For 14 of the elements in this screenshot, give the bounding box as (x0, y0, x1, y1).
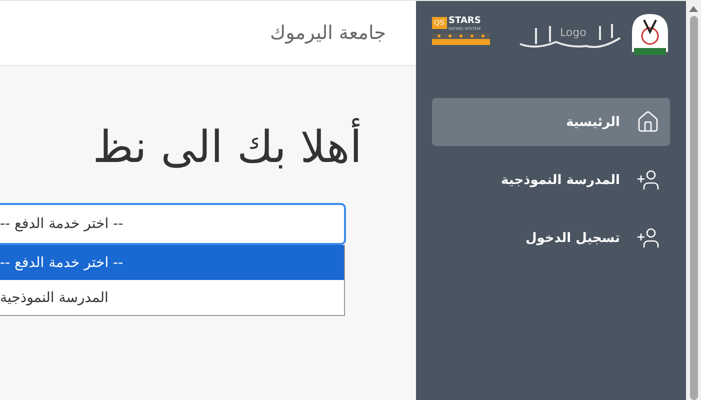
sidebar-item[interactable]: الرئيسية (432, 98, 670, 146)
add-user-icon (636, 226, 660, 250)
scrollbar-thumb[interactable] (690, 16, 698, 400)
payment-service-select[interactable]: -- اختر خدمة الدفع -- (0, 203, 346, 245)
add-user-icon (636, 168, 660, 192)
site-title: جامعة اليرموك (270, 22, 386, 44)
dropdown-option[interactable]: -- اختر خدمة الدفع -- (0, 245, 344, 280)
badge-name: STARS (448, 16, 481, 26)
home-icon (636, 110, 660, 134)
emblem-icon (630, 12, 670, 56)
sidebar-item[interactable]: المدرسة النموذجية (432, 156, 670, 204)
scroll-up-icon[interactable] (689, 6, 698, 12)
logo-alt-text: Logo (560, 26, 586, 38)
sidebar-item[interactable]: تسجيل الدخول (432, 214, 670, 262)
